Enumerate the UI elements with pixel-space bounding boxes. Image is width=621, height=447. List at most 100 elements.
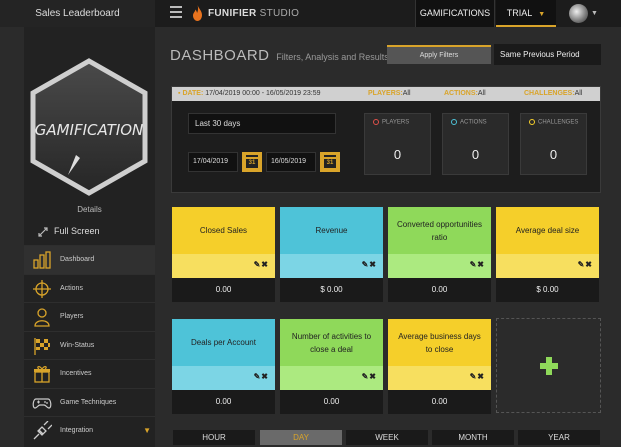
gift-icon (34, 366, 50, 383)
user-avatar[interactable] (569, 4, 588, 23)
date-from-input[interactable]: 17/04/2019 (188, 152, 238, 172)
card-value: $ 0.00 (280, 278, 383, 302)
edit-delete-icon[interactable]: ✎✖ (578, 260, 593, 269)
card-title: Average business days to close (388, 319, 491, 366)
actions-count: 0 (471, 147, 480, 162)
players-summary: PLAYERS:All (368, 90, 411, 97)
user-icon (34, 308, 50, 327)
card-value: 0.00 (172, 390, 275, 414)
tab-year[interactable]: YEAR (518, 430, 600, 445)
tab-gamifications[interactable]: GAMIFICATIONS (415, 0, 495, 27)
card-value: 0.00 (388, 390, 491, 414)
hamburger-menu-icon[interactable] (170, 6, 182, 20)
edit-delete-icon[interactable]: ✎✖ (470, 260, 485, 269)
edit-delete-icon[interactable]: ✎✖ (362, 372, 377, 381)
challenges-dot-icon (529, 119, 535, 125)
sidebar-menu: Dashboard Actions Players Win-Status Inc… (24, 245, 155, 445)
card-title: Deals per Account (172, 319, 275, 366)
tab-hour[interactable]: HOUR (173, 430, 255, 445)
filter-panel: ▪ DATE: 17/04/2019 00:00 - 16/05/2019 23… (171, 86, 601, 193)
gamification-logo: GAMIFICATION (30, 58, 148, 196)
card-title: Converted opportunities ratio (388, 207, 491, 254)
edit-delete-icon[interactable]: ✎✖ (362, 260, 377, 269)
date-range-select[interactable]: Last 30 days (188, 113, 336, 134)
kpi-card-revenue[interactable]: Revenue ✎✖ $ 0.00 (280, 207, 383, 302)
brand-name: FUNIFIER (208, 8, 257, 19)
card-title: Average deal size (496, 207, 599, 254)
plug-icon (33, 421, 52, 440)
calendar-icon[interactable]: 31 (320, 152, 340, 172)
card-title: Closed Sales (172, 207, 275, 254)
edit-delete-icon[interactable]: ✎✖ (470, 372, 485, 381)
kpi-card-deals-per-account[interactable]: Deals per Account ✎✖ 0.00 (172, 319, 275, 414)
date-summary: ▪ DATE: 17/04/2019 00:00 - 16/05/2019 23… (178, 90, 321, 97)
sidebar-item-incentives[interactable]: Incentives (24, 359, 155, 388)
avatar-chevron-down-icon[interactable]: ▼ (591, 0, 598, 27)
brand-logo-text[interactable]: FUNIFIER STUDIO (208, 0, 299, 27)
page-title: DASHBOARD Filters, Analysis and Results (170, 47, 389, 64)
app-title: Sales Leaderboard (0, 0, 155, 27)
dashboard-subtitle: Filters, Analysis and Results (276, 52, 389, 62)
actions-summary: ACTIONS:All (444, 90, 486, 97)
sidebar-item-label: Incentives (60, 370, 92, 377)
tab-day[interactable]: DAY (260, 430, 342, 445)
plus-icon (540, 357, 558, 375)
card-value: 0.00 (280, 390, 383, 414)
card-value: 0.00 (172, 278, 275, 302)
challenges-counter[interactable]: CHALLENGES 0 (520, 113, 587, 175)
kpi-card-average-deal-size[interactable]: Average deal size ✎✖ $ 0.00 (496, 207, 599, 302)
sidebar-item-label: Win-Status (60, 341, 95, 349)
sidebar-item-actions[interactable]: Actions (24, 273, 155, 303)
compare-period-select[interactable]: Same Previous Period (494, 44, 601, 65)
chevron-down-icon: ▼ (143, 426, 151, 435)
details-label: Details (77, 205, 102, 214)
sidebar-item-players[interactable]: Players (24, 302, 155, 331)
logo-text: GAMIFICATION (35, 121, 144, 139)
tab-week[interactable]: WEEK (346, 430, 428, 445)
kpi-card-converted-ratio[interactable]: Converted opportunities ratio ✎✖ 0.00 (388, 207, 491, 302)
actions-dot-icon (451, 119, 457, 125)
sidebar-item-dashboard[interactable]: Dashboard (24, 245, 155, 274)
kpi-card-activities-to-close[interactable]: Number of activities to close a deal ✎✖ … (280, 319, 383, 414)
filter-summary-bar: ▪ DATE: 17/04/2019 00:00 - 16/05/2019 23… (172, 87, 600, 101)
card-value: $ 0.00 (496, 278, 599, 302)
challenges-summary: CHALLENGES:All (524, 90, 583, 97)
chevron-down-icon: ▼ (538, 11, 546, 18)
actions-counter[interactable]: ACTIONS 0 (442, 113, 509, 175)
tab-month[interactable]: MONTH (432, 430, 514, 445)
calendar-icon[interactable]: 31 (242, 152, 262, 172)
sidebar-item-integration[interactable]: Integration ▼ (24, 416, 155, 445)
expand-icon (38, 227, 48, 237)
challenges-count: 0 (549, 147, 558, 162)
card-title: Number of activities to close a deal (280, 319, 383, 366)
checkered-flag-icon (34, 337, 50, 355)
edit-delete-icon[interactable]: ✎✖ (254, 260, 269, 269)
sidebar-item-win-status[interactable]: Win-Status (24, 330, 155, 360)
flame-logo-icon (193, 5, 202, 21)
sidebar-item-label: Integration (60, 427, 94, 434)
players-count: 0 (393, 147, 402, 162)
brand-suffix: STUDIO (259, 8, 300, 19)
fullscreen-button[interactable]: Full Screen (38, 226, 100, 237)
sidebar-item-label: Dashboard (60, 256, 95, 263)
sidebar-item-label: Actions (60, 284, 83, 292)
kpi-card-closed-sales[interactable]: Closed Sales ✎✖ 0.00 (172, 207, 275, 302)
edit-delete-icon[interactable]: ✎✖ (254, 372, 269, 381)
sidebar-item-label: Game Techniques (60, 398, 117, 406)
kpi-card-business-days-to-close[interactable]: Average business days to close ✎✖ 0.00 (388, 319, 491, 414)
date-to-input[interactable]: 16/05/2019 (266, 152, 316, 172)
card-value: 0.00 (388, 278, 491, 302)
dashboard-title: DASHBOARD (170, 47, 270, 64)
tab-trial[interactable]: TRIAL ▼ (496, 0, 556, 27)
players-dot-icon (373, 119, 379, 125)
add-card-button[interactable] (496, 318, 601, 413)
calendar-small-icon: ▪ (178, 90, 181, 97)
bar-chart-icon (33, 251, 51, 269)
players-counter[interactable]: PLAYERS 0 (364, 113, 431, 175)
sidebar-item-game-techniques[interactable]: Game Techniques (24, 387, 155, 417)
top-bar: Sales Leaderboard FUNIFIER STUDIO GAMIFI… (0, 0, 621, 27)
card-title: Revenue (280, 207, 383, 254)
target-icon (33, 279, 51, 298)
gamepad-icon (32, 397, 52, 409)
apply-filters-button[interactable]: Apply Filters (387, 45, 491, 64)
